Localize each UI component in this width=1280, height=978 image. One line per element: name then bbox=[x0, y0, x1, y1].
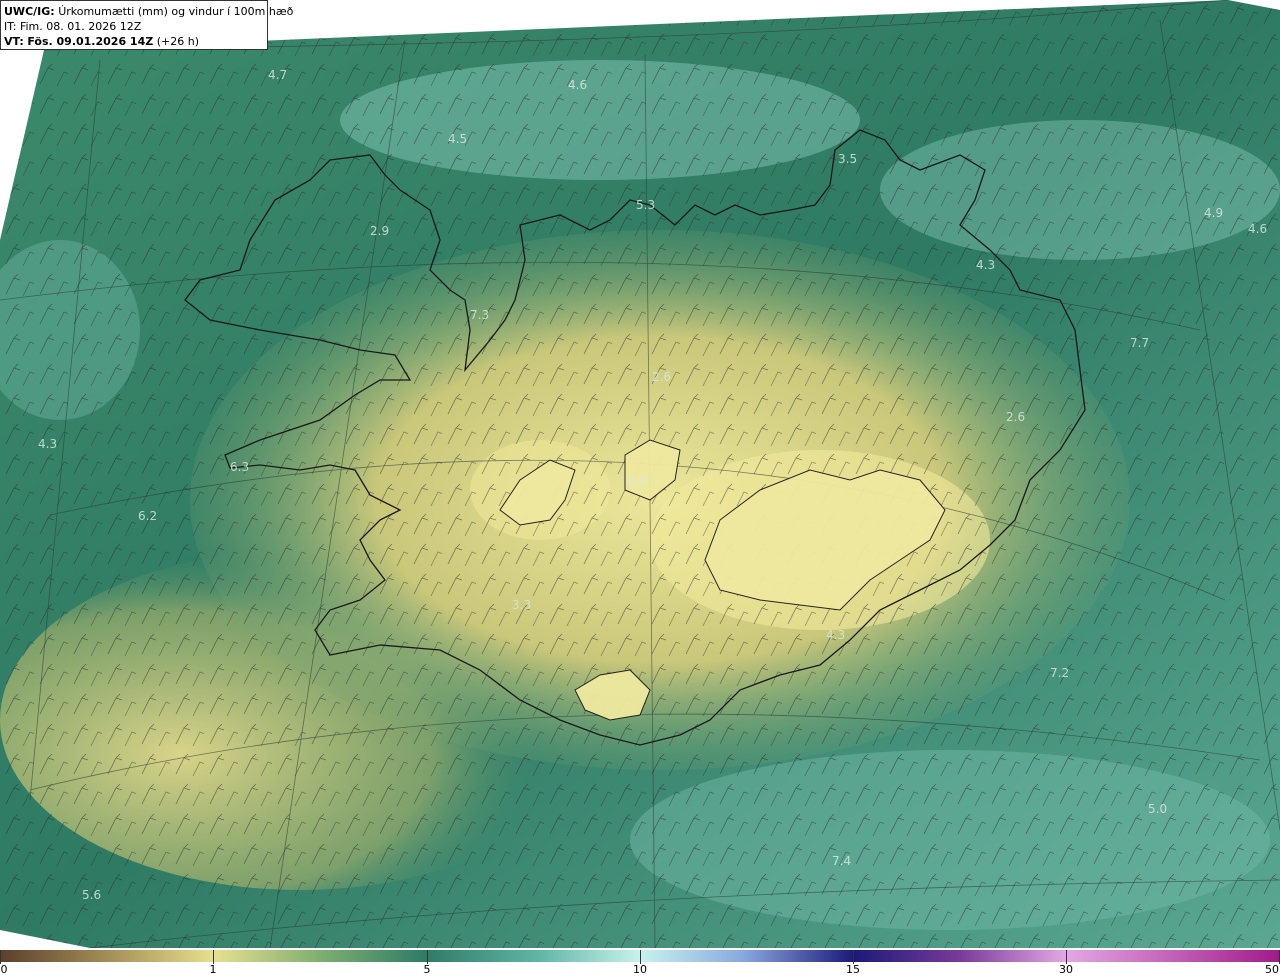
model-name: UWC/IG: bbox=[4, 5, 55, 18]
value-label: 6.3 bbox=[230, 460, 250, 474]
valid-prefix: VT: bbox=[4, 35, 24, 48]
value-label: 4.3 bbox=[826, 628, 846, 642]
value-label: 5.0 bbox=[1148, 802, 1168, 816]
value-label: 4.7 bbox=[268, 68, 288, 82]
header-title-row: UWC/IG: Úrkomumætti (mm) og vindur í 100… bbox=[4, 4, 293, 19]
colorbar-tick-label: 1 bbox=[209, 963, 217, 976]
value-label: 4.5 bbox=[628, 474, 648, 488]
map-header: UWC/IG: Úrkomumætti (mm) og vindur í 100… bbox=[0, 0, 293, 50]
colorbar-tick-line bbox=[640, 950, 641, 964]
colorbar-tick-label: 5 bbox=[423, 963, 431, 976]
init-time: IT: Fim. 08. 01. 2026 12Z bbox=[4, 20, 142, 33]
value-label: 4.9 bbox=[1204, 206, 1224, 220]
colorbar-tick-label: 50 bbox=[1265, 963, 1279, 976]
value-label: 4.3 bbox=[976, 258, 996, 272]
field-title: Úrkomumætti (mm) og vindur í 100m hæð bbox=[58, 5, 294, 18]
value-label: 2.6 bbox=[652, 370, 672, 384]
colorbar-tick-line bbox=[1066, 950, 1067, 964]
value-label: 4.3 bbox=[38, 437, 58, 451]
value-label: 2.6 bbox=[1006, 410, 1026, 424]
colorbar-tick-label: 10 bbox=[633, 963, 647, 976]
value-label: 7.3 bbox=[470, 308, 490, 322]
colorbar-tick-label: 0 bbox=[0, 963, 8, 976]
colorbar-tick-line bbox=[427, 950, 428, 964]
value-label: 3.5 bbox=[838, 152, 858, 166]
value-label: 4.6 bbox=[1248, 222, 1268, 236]
value-label: 4.6 bbox=[568, 78, 588, 92]
colorbar-tick-line bbox=[853, 950, 854, 964]
value-label: 6.2 bbox=[138, 509, 158, 523]
value-label: 2.9 bbox=[370, 224, 390, 238]
colorbar-tick-line bbox=[0, 950, 1, 964]
colorbar-tick-label: 30 bbox=[1059, 963, 1073, 976]
valid-time: Fös. 09.01.2026 14Z bbox=[27, 35, 154, 48]
value-label: 7.2 bbox=[1050, 666, 1070, 680]
lead-time: (+26 h) bbox=[156, 35, 199, 48]
value-label: 3.3 bbox=[512, 598, 532, 612]
valid-time-row: VT: Fös. 09.01.2026 14Z (+26 h) bbox=[4, 34, 264, 49]
value-label: 5.6 bbox=[82, 888, 102, 902]
value-label: 7.7 bbox=[1130, 336, 1150, 350]
colorbar-tick-line bbox=[213, 950, 214, 964]
value-label: 5.3 bbox=[636, 198, 656, 212]
value-label: 7.4 bbox=[832, 854, 852, 868]
value-label: 4.5 bbox=[448, 132, 468, 146]
colorbar-tick-label: 15 bbox=[846, 963, 860, 976]
